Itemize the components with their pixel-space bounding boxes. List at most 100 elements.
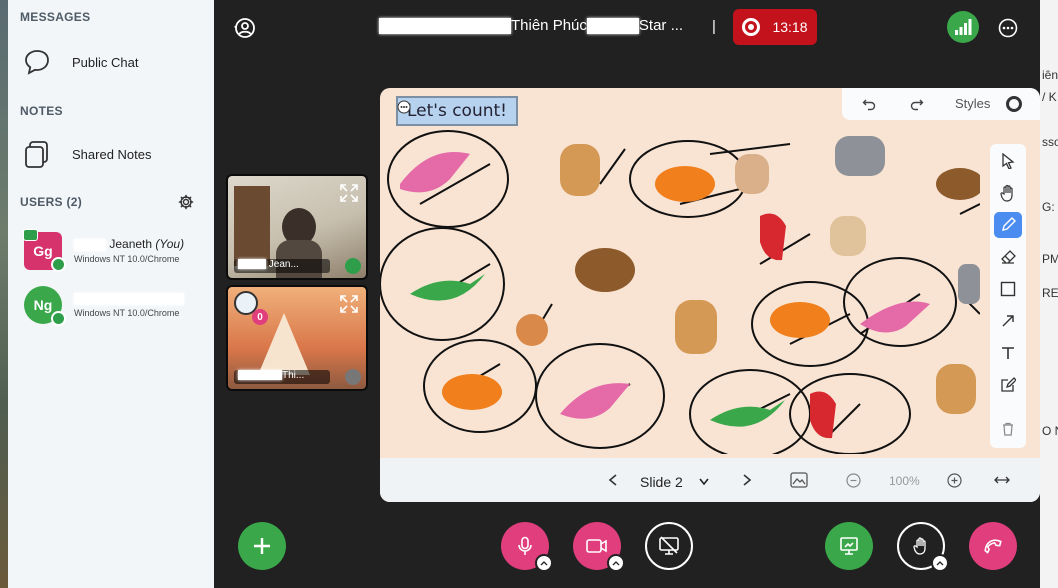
- arrow-icon: [1002, 315, 1014, 327]
- sidebar-item-shared-notes[interactable]: Shared Notes: [22, 136, 202, 172]
- fit-width-icon[interactable]: [994, 475, 1010, 485]
- fullscreen-icon[interactable]: [338, 293, 360, 315]
- bookshelf-image: [234, 186, 270, 266]
- clipped-text: PM: [1042, 252, 1058, 266]
- pink-bird: [400, 152, 470, 193]
- chevron-up-icon: [612, 561, 620, 566]
- rectangle-icon: [1000, 281, 1016, 297]
- notes-icon: [25, 141, 48, 168]
- video-name-label: Thi...: [234, 370, 330, 384]
- user-name: Jeaneth (You): [74, 237, 184, 251]
- select-tool[interactable]: [994, 148, 1022, 174]
- slide-drawing: [380, 130, 980, 454]
- rabbit: [735, 154, 769, 194]
- share-screen-button[interactable]: [645, 522, 693, 570]
- video-tile[interactable]: Jean...: [226, 174, 368, 280]
- red-parrot: [810, 391, 836, 439]
- reactions-options-button[interactable]: [931, 554, 949, 572]
- grey-cat: [835, 136, 885, 176]
- slide-selector[interactable]: Slide 2: [640, 471, 752, 493]
- reaction-badge: 0: [252, 309, 268, 325]
- color-swatch-icon[interactable]: [1006, 96, 1022, 112]
- options-menu-icon[interactable]: [998, 18, 1018, 38]
- meeting-area: Thiên Phúc Star ... | 13:18 Jean... 0 Th…: [214, 0, 1040, 588]
- orange-fish: [770, 302, 830, 338]
- next-slide-icon[interactable]: [742, 474, 752, 486]
- text-tool[interactable]: [994, 340, 1022, 366]
- mic-icon: [345, 369, 361, 385]
- menu-dots-icon[interactable]: [397, 100, 411, 114]
- gear-icon[interactable]: [178, 194, 194, 210]
- styles-button[interactable]: Styles: [955, 96, 990, 111]
- video-tile[interactable]: 0 Thi...: [226, 285, 368, 391]
- shared-notes-label: Shared Notes: [72, 146, 152, 162]
- screen-share-off-icon: [659, 536, 679, 555]
- grey-cat: [958, 264, 980, 304]
- user-list-toggle-icon[interactable]: [234, 17, 256, 39]
- recording-button[interactable]: 13:18: [733, 9, 817, 45]
- previous-slide-icon[interactable]: [608, 474, 618, 486]
- hamster: [516, 314, 548, 346]
- turtle: [936, 168, 980, 200]
- presentation-whiteboard[interactable]: Let's count! Styles Slide 2 100%: [380, 88, 1040, 502]
- zoom-out-icon[interactable]: [846, 473, 861, 488]
- snapshot-icon[interactable]: [790, 472, 808, 488]
- eraser-icon: [1001, 250, 1016, 264]
- zoom-in-icon[interactable]: [947, 473, 962, 488]
- sidebar-item-public-chat[interactable]: Public Chat: [22, 44, 202, 80]
- eraser-tool[interactable]: [994, 244, 1022, 270]
- rabbit: [830, 216, 866, 256]
- leave-button[interactable]: [969, 522, 1017, 570]
- connection-status-button[interactable]: [947, 11, 979, 43]
- undo-icon[interactable]: [862, 97, 876, 111]
- hand-icon: [1000, 184, 1013, 202]
- actions-button[interactable]: [238, 522, 286, 570]
- sticky-note-icon: [1001, 377, 1016, 392]
- audio-options-button[interactable]: [535, 554, 553, 572]
- fullscreen-icon[interactable]: [338, 182, 360, 204]
- clipped-text: iên: [1042, 68, 1058, 82]
- rectangle-tool[interactable]: [994, 276, 1022, 302]
- pencil-icon: [1002, 217, 1016, 231]
- video-options-button[interactable]: [607, 554, 625, 572]
- user-name: [74, 291, 184, 305]
- background-window-strip: iên / K sso G: 1 PM RES O N.: [1040, 0, 1058, 588]
- top-bar: Thiên Phúc Star ... | 13:18: [214, 0, 1040, 56]
- phone-hangup-icon: [984, 539, 1002, 554]
- pink-bird: [560, 383, 630, 419]
- user-client: Windows NT 10.0/Chrome: [74, 308, 180, 318]
- chevron-up-icon: [540, 561, 548, 566]
- notes-heading: NOTES: [20, 104, 63, 118]
- record-icon: [742, 18, 761, 36]
- red-parrot: [760, 213, 786, 261]
- whiteboard-toolbar: [990, 144, 1026, 448]
- desktop-background: [0, 0, 8, 588]
- microphone-icon: [518, 536, 532, 555]
- presentation-icon: [840, 537, 858, 555]
- slide-title-sticker: Let's count!: [396, 96, 518, 126]
- presentation-button[interactable]: [825, 522, 873, 570]
- delete-tool[interactable]: [994, 416, 1022, 442]
- app-window: MESSAGES Public Chat NOTES Shared Notes …: [0, 0, 1058, 588]
- note-tool[interactable]: [994, 372, 1022, 398]
- brown-dog: [560, 144, 600, 196]
- user-client: Windows NT 10.0/Chrome: [74, 254, 180, 264]
- presentation-footer: Slide 2 100%: [380, 458, 1040, 502]
- plus-icon: [254, 538, 270, 554]
- user-list-item[interactable]: Ng Windows NT 10.0/Chrome: [24, 286, 204, 330]
- brown-dog: [675, 300, 717, 354]
- cursor-icon: [1002, 153, 1015, 169]
- sidebar: MESSAGES Public Chat NOTES Shared Notes …: [8, 0, 214, 588]
- pink-bird: [860, 301, 930, 333]
- turtle: [575, 248, 635, 292]
- arrow-tool[interactable]: [994, 308, 1022, 334]
- draw-tool[interactable]: [994, 212, 1022, 238]
- hand-tool[interactable]: [994, 180, 1022, 206]
- title-separator: |: [712, 18, 716, 35]
- chat-icon: [25, 50, 49, 75]
- user-list-item[interactable]: Gg Jeaneth (You) Windows NT 10.0/Chrome: [23, 229, 204, 276]
- mic-icon: [345, 258, 361, 274]
- clipped-text: G: 1: [1042, 200, 1058, 214]
- mic-status-icon: [51, 257, 66, 272]
- redo-icon[interactable]: [910, 97, 924, 111]
